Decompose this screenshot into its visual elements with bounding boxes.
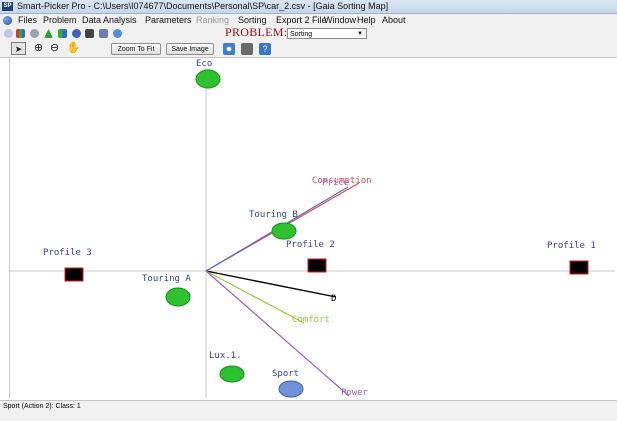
problem-select-value: Sorting bbox=[290, 31, 313, 38]
stats-icon[interactable] bbox=[58, 29, 67, 38]
action-lux-1-label: Lux.1. bbox=[209, 351, 242, 361]
zoom-in-icon[interactable]: ⊕ bbox=[32, 42, 45, 55]
globe-icon[interactable] bbox=[3, 16, 12, 25]
menu-files[interactable]: Files bbox=[18, 14, 37, 27]
pan-hand-icon[interactable]: ✋ bbox=[66, 42, 81, 55]
app-logo-icon: SP bbox=[2, 2, 13, 11]
problem-label: PROBLEM: bbox=[225, 25, 288, 39]
menu-help[interactable]: Help bbox=[357, 14, 376, 27]
triangle-icon[interactable] bbox=[44, 29, 53, 38]
gear-icon[interactable] bbox=[30, 29, 39, 38]
pointer-tool-icon[interactable]: ➤ bbox=[11, 42, 26, 55]
eco-point[interactable] bbox=[195, 69, 221, 89]
profile-2-label: Profile 2 bbox=[286, 240, 335, 250]
tool-icon[interactable] bbox=[85, 29, 94, 38]
action-touring-a-point[interactable] bbox=[165, 287, 191, 307]
disc-icon[interactable] bbox=[4, 29, 13, 38]
menu-data-analysis[interactable]: Data Analysis bbox=[82, 14, 137, 27]
zoom-to-fit-button[interactable]: Zoom To Fit bbox=[111, 43, 161, 55]
zoom-out-icon[interactable]: ⊖ bbox=[48, 42, 61, 55]
title-bar: SP Smart-Picker Pro - C:\Users\I074677\D… bbox=[0, 0, 617, 14]
action-touring-b-point[interactable] bbox=[271, 222, 297, 240]
target-icon[interactable] bbox=[223, 43, 235, 55]
gaia-map-canvas[interactable]: Consumption Price Comfort D Power Eco To… bbox=[9, 58, 615, 398]
problem-select[interactable]: Sorting ▼ bbox=[287, 28, 367, 39]
profile-1-marker[interactable] bbox=[569, 260, 589, 275]
profile-3-marker[interactable] bbox=[64, 267, 84, 282]
profile-3-label: Profile 3 bbox=[43, 248, 92, 258]
action-sport-label: Sport bbox=[272, 369, 299, 379]
menu-problem[interactable]: Problem bbox=[43, 14, 77, 27]
save-image-button[interactable]: Save Image bbox=[166, 43, 214, 55]
profile-2-marker[interactable] bbox=[307, 258, 327, 273]
export-icon[interactable] bbox=[99, 29, 108, 38]
criterion-price-label: Price bbox=[322, 178, 349, 188]
criterion-d-label: D bbox=[331, 294, 336, 304]
menu-parameters[interactable]: Parameters bbox=[145, 14, 192, 27]
menu-window[interactable]: Window bbox=[324, 14, 356, 27]
action-touring-a-label: Touring A bbox=[142, 274, 191, 284]
window-title: Smart-Picker Pro - C:\Users\I074677\Docu… bbox=[17, 1, 389, 11]
chevron-down-icon: ▼ bbox=[357, 31, 363, 37]
status-text: Sport (Action 2): Class: 1 bbox=[3, 403, 81, 410]
profile-1-label: Profile 1 bbox=[547, 241, 596, 251]
menu-bar: Files Problem Data Analysis Parameters R… bbox=[0, 14, 617, 27]
help-icon[interactable]: ? bbox=[259, 43, 271, 55]
criterion-power-label: Power bbox=[341, 388, 369, 398]
bar-chart-icon[interactable] bbox=[16, 29, 25, 38]
criterion-comfort-label: Comfort bbox=[292, 315, 330, 325]
gaia-map: Consumption Price Comfort D Power Eco To… bbox=[10, 59, 615, 398]
status-bar: Sport (Action 2): Class: 1 bbox=[0, 400, 617, 421]
menu-about[interactable]: About bbox=[382, 14, 406, 27]
map-toolbar: ➤ ⊕ ⊖ ✋ Zoom To Fit Save Image ? bbox=[0, 40, 617, 58]
criterion-d-line bbox=[205, 270, 337, 298]
action-sport-point[interactable] bbox=[278, 380, 304, 398]
axis-label-eco: Eco bbox=[196, 59, 212, 69]
criterion-comfort-line bbox=[205, 270, 305, 324]
help-globe-icon[interactable] bbox=[113, 29, 122, 38]
action-lux-1-point[interactable] bbox=[219, 365, 245, 383]
circle-chart-icon[interactable] bbox=[72, 29, 81, 38]
settings-icon[interactable] bbox=[241, 43, 253, 55]
action-touring-b-label: Touring B bbox=[249, 210, 298, 220]
